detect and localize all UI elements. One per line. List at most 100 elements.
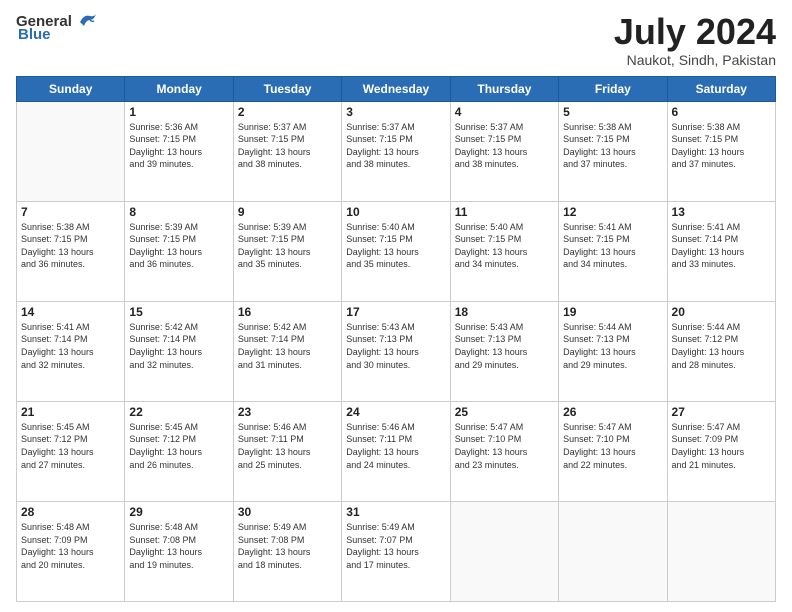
daylight-text: Daylight: 13 hours: [455, 247, 528, 257]
daylight-text: Daylight: 13 hours: [21, 447, 94, 457]
cell-info: Sunrise: 5:47 AMSunset: 7:09 PMDaylight:…: [672, 421, 771, 471]
table-row: 26Sunrise: 5:47 AMSunset: 7:10 PMDayligh…: [559, 401, 667, 501]
cell-info: Sunrise: 5:40 AMSunset: 7:15 PMDaylight:…: [455, 221, 554, 271]
logo-bird-icon: [76, 12, 98, 30]
daylight-text: Daylight: 13 hours: [238, 347, 311, 357]
cell-info: Sunrise: 5:46 AMSunset: 7:11 PMDaylight:…: [346, 421, 445, 471]
table-row: 23Sunrise: 5:46 AMSunset: 7:11 PMDayligh…: [233, 401, 341, 501]
cell-info: Sunrise: 5:42 AMSunset: 7:14 PMDaylight:…: [238, 321, 337, 371]
daylight-minutes-text: and 19 minutes.: [129, 560, 193, 570]
daylight-text: Daylight: 13 hours: [455, 347, 528, 357]
daylight-minutes-text: and 38 minutes.: [455, 159, 519, 169]
sunrise-text: Sunrise: 5:48 AM: [21, 522, 90, 532]
sunrise-text: Sunrise: 5:41 AM: [21, 322, 90, 332]
header-monday: Monday: [125, 76, 233, 101]
daylight-text: Daylight: 13 hours: [455, 447, 528, 457]
cell-info: Sunrise: 5:47 AMSunset: 7:10 PMDaylight:…: [455, 421, 554, 471]
table-row: 30Sunrise: 5:49 AMSunset: 7:08 PMDayligh…: [233, 501, 341, 601]
table-row: 14Sunrise: 5:41 AMSunset: 7:14 PMDayligh…: [17, 301, 125, 401]
sunset-text: Sunset: 7:15 PM: [346, 234, 413, 244]
cell-info: Sunrise: 5:37 AMSunset: 7:15 PMDaylight:…: [455, 121, 554, 171]
day-number: 21: [21, 405, 120, 419]
sunset-text: Sunset: 7:15 PM: [563, 134, 630, 144]
day-number: 7: [21, 205, 120, 219]
sunset-text: Sunset: 7:15 PM: [455, 134, 522, 144]
daylight-minutes-text: and 30 minutes.: [346, 360, 410, 370]
table-row: 10Sunrise: 5:40 AMSunset: 7:15 PMDayligh…: [342, 201, 450, 301]
table-row: 11Sunrise: 5:40 AMSunset: 7:15 PMDayligh…: [450, 201, 558, 301]
header-sunday: Sunday: [17, 76, 125, 101]
day-number: 17: [346, 305, 445, 319]
sunset-text: Sunset: 7:13 PM: [455, 334, 522, 344]
daylight-text: Daylight: 13 hours: [129, 547, 202, 557]
table-row: 25 Sunrise: 5:47 AMSunset: 7:10 PMDayligh…: [450, 401, 558, 501]
header-tuesday: Tuesday: [233, 76, 341, 101]
day-number: 9: [238, 205, 337, 219]
day-number: 10: [346, 205, 445, 219]
daylight-minutes-text: and 31 minutes.: [238, 360, 302, 370]
daylight-minutes-text: and 35 minutes.: [346, 259, 410, 269]
table-row: 5Sunrise: 5:38 AMSunset: 7:15 PMDaylight…: [559, 101, 667, 201]
table-row: 3Sunrise: 5:37 AMSunset: 7:15 PMDaylight…: [342, 101, 450, 201]
day-number: 2: [238, 105, 337, 119]
daylight-minutes-text: and 17 minutes.: [346, 560, 410, 570]
daylight-minutes-text: and 20 minutes.: [21, 560, 85, 570]
daylight-minutes-text: and 34 minutes.: [563, 259, 627, 269]
sunset-text: Sunset: 7:08 PM: [238, 535, 305, 545]
day-number: 24: [346, 405, 445, 419]
header-wednesday: Wednesday: [342, 76, 450, 101]
day-number: 6: [672, 105, 771, 119]
sunrise-text: Sunrise: 5:39 AM: [238, 222, 307, 232]
sunrise-text: Sunrise: 5:49 AM: [346, 522, 415, 532]
table-row: 18Sunrise: 5:43 AMSunset: 7:13 PMDayligh…: [450, 301, 558, 401]
sunset-text: Sunset: 7:15 PM: [672, 134, 739, 144]
cell-info: Sunrise: 5:44 AMSunset: 7:13 PMDaylight:…: [563, 321, 662, 371]
sunset-text: Sunset: 7:12 PM: [129, 434, 196, 444]
day-number: 28: [21, 505, 120, 519]
calendar-table: Sunday Monday Tuesday Wednesday Thursday…: [16, 76, 776, 602]
table-row: 22Sunrise: 5:45 AMSunset: 7:12 PMDayligh…: [125, 401, 233, 501]
sunset-text: Sunset: 7:15 PM: [563, 234, 630, 244]
cell-info: Sunrise: 5:41 AMSunset: 7:14 PMDaylight:…: [672, 221, 771, 271]
daylight-text: Daylight: 13 hours: [346, 447, 419, 457]
sunrise-text: Sunrise: 5:47 AM: [563, 422, 632, 432]
table-row: 7 Sunrise: 5:38 AMSunset: 7:15 PMDaylight…: [17, 201, 125, 301]
daylight-minutes-text: and 29 minutes.: [563, 360, 627, 370]
table-row: [559, 501, 667, 601]
table-row: 28Sunrise: 5:48 AMSunset: 7:09 PMDayligh…: [17, 501, 125, 601]
sunset-text: Sunset: 7:09 PM: [672, 434, 739, 444]
day-number: 27: [672, 405, 771, 419]
daylight-minutes-text: and 24 minutes.: [346, 460, 410, 470]
sunset-text: Sunset: 7:13 PM: [346, 334, 413, 344]
sunset-text: Sunset: 7:10 PM: [563, 434, 630, 444]
logo-blue-text: Blue: [18, 26, 51, 43]
day-number: 29: [129, 505, 228, 519]
table-row: 9Sunrise: 5:39 AMSunset: 7:15 PMDaylight…: [233, 201, 341, 301]
sunrise-text: Sunrise: 5:36 AM: [129, 122, 198, 132]
daylight-text: Daylight: 13 hours: [563, 147, 636, 157]
day-number: 13: [672, 205, 771, 219]
cell-info: Sunrise: 5:38 AMSunset: 7:15 PMDaylight:…: [21, 221, 120, 271]
day-number: 20: [672, 305, 771, 319]
day-number: 25: [455, 405, 554, 419]
calendar-week-row: 7 Sunrise: 5:38 AMSunset: 7:15 PMDaylight…: [17, 201, 776, 301]
daylight-minutes-text: and 38 minutes.: [238, 159, 302, 169]
day-number: 8: [129, 205, 228, 219]
daylight-minutes-text: and 22 minutes.: [563, 460, 627, 470]
daylight-minutes-text: and 32 minutes.: [21, 360, 85, 370]
table-row: 12Sunrise: 5:41 AMSunset: 7:15 PMDayligh…: [559, 201, 667, 301]
cell-info: Sunrise: 5:37 AMSunset: 7:15 PMDaylight:…: [346, 121, 445, 171]
daylight-text: Daylight: 13 hours: [672, 347, 745, 357]
daylight-minutes-text: and 27 minutes.: [21, 460, 85, 470]
daylight-text: Daylight: 13 hours: [563, 247, 636, 257]
cell-info: Sunrise: 5:44 AMSunset: 7:12 PMDaylight:…: [672, 321, 771, 371]
day-number: 16: [238, 305, 337, 319]
sunrise-text: Sunrise: 5:40 AM: [346, 222, 415, 232]
table-row: [17, 101, 125, 201]
table-row: 16 Sunrise: 5:42 AMSunset: 7:14 PMDayligh…: [233, 301, 341, 401]
sunrise-text: Sunrise: 5:40 AM: [455, 222, 524, 232]
day-number: 26: [563, 405, 662, 419]
table-row: 15Sunrise: 5:42 AMSunset: 7:14 PMDayligh…: [125, 301, 233, 401]
daylight-text: Daylight: 13 hours: [129, 247, 202, 257]
daylight-text: Daylight: 13 hours: [129, 347, 202, 357]
